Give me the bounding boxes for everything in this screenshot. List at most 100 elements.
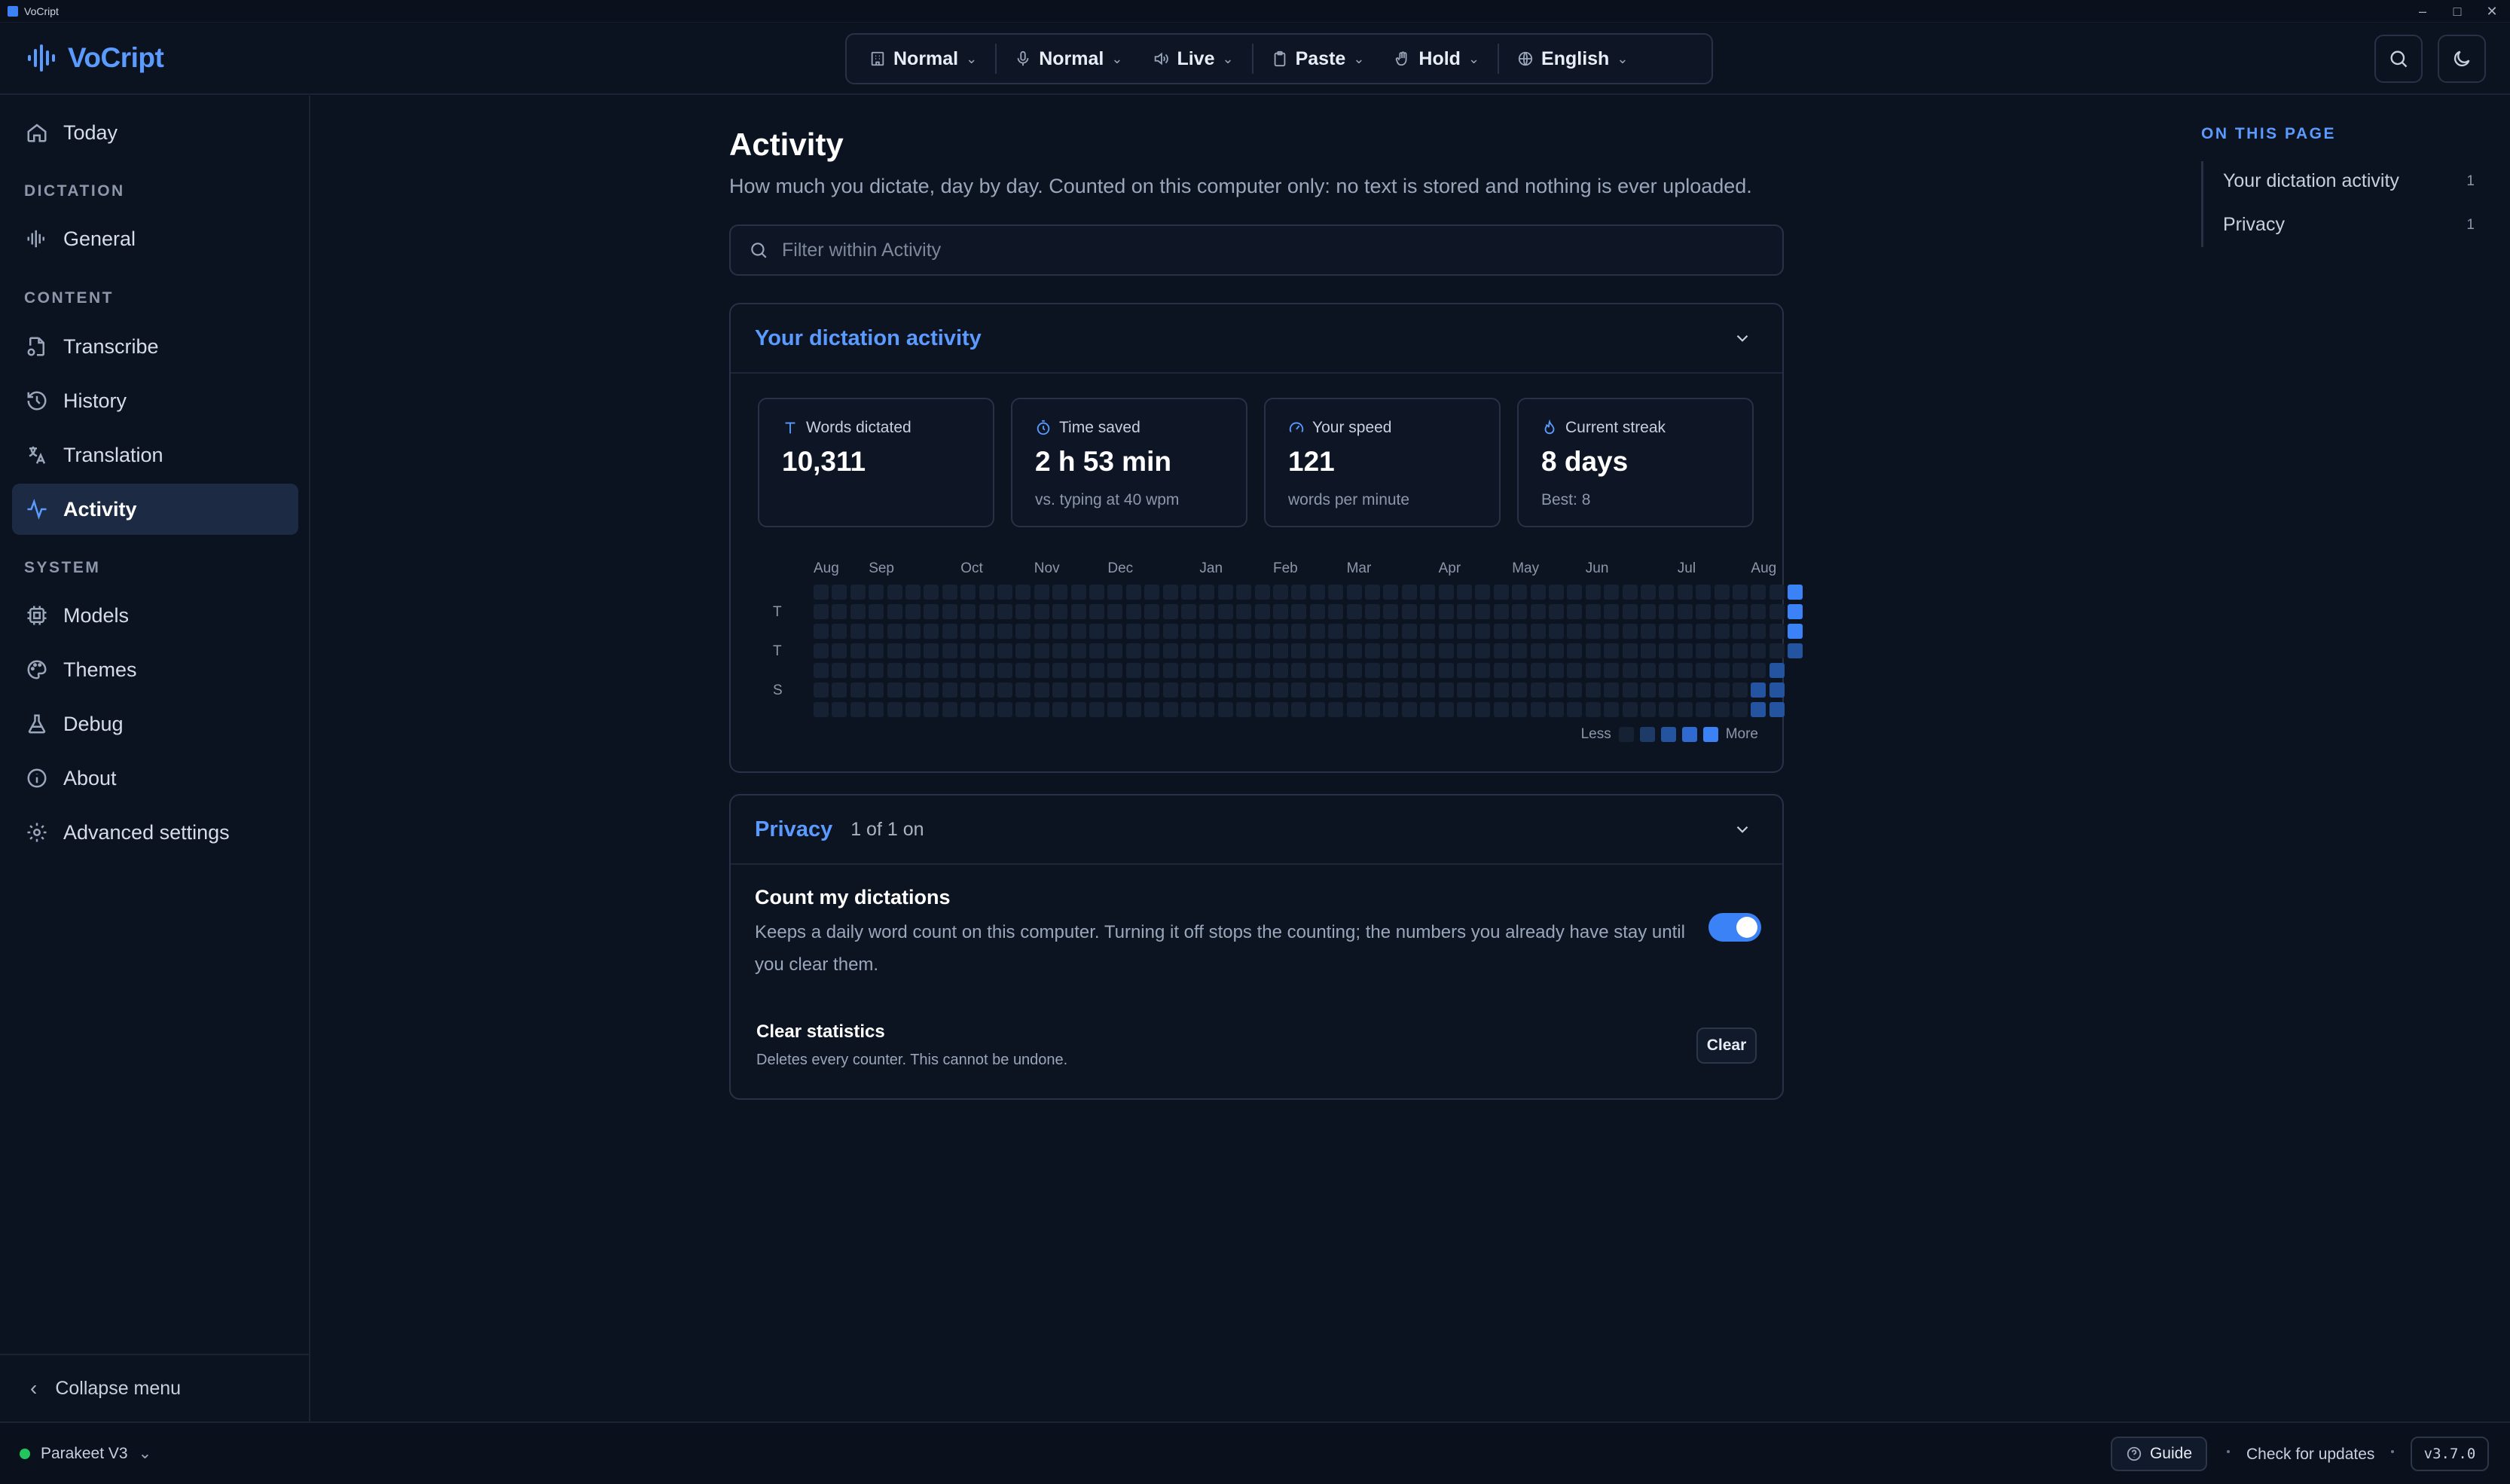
- heatmap-day-cell[interactable]: [1512, 643, 1528, 658]
- heatmap-day-cell[interactable]: [1107, 702, 1123, 717]
- heatmap-day-cell[interactable]: [1677, 585, 1693, 600]
- heatmap-day-cell[interactable]: [1365, 702, 1380, 717]
- heatmap-day-cell[interactable]: [1549, 643, 1564, 658]
- heatmap-day-cell[interactable]: [1162, 585, 1178, 600]
- heatmap-day-cell[interactable]: [1144, 604, 1160, 619]
- heatmap-day-cell[interactable]: [979, 702, 994, 717]
- heatmap-day-cell[interactable]: [1015, 682, 1031, 698]
- heatmap-day-cell[interactable]: [1604, 585, 1620, 600]
- heatmap-day-cell[interactable]: [1309, 624, 1325, 639]
- heatmap-day-cell[interactable]: [887, 624, 902, 639]
- heatmap-day-cell[interactable]: [850, 604, 866, 619]
- heatmap-day-cell[interactable]: [960, 585, 976, 600]
- heatmap-day-cell[interactable]: [905, 643, 921, 658]
- heatmap-day-cell[interactable]: [1162, 702, 1178, 717]
- heatmap-day-cell[interactable]: [1273, 643, 1288, 658]
- heatmap-day-cell[interactable]: [1328, 702, 1344, 717]
- heatmap-day-cell[interactable]: [1089, 682, 1104, 698]
- heatmap-day-cell[interactable]: [1199, 643, 1215, 658]
- heatmap-day-cell[interactable]: [942, 682, 957, 698]
- heatmap-day-cell[interactable]: [1291, 682, 1307, 698]
- heatmap-day-cell[interactable]: [1144, 585, 1160, 600]
- heatmap-day-cell[interactable]: [814, 663, 829, 678]
- heatmap-day-cell[interactable]: [1604, 682, 1620, 698]
- heatmap-day-cell[interactable]: [1273, 682, 1288, 698]
- heatmap-day-cell[interactable]: [1236, 663, 1252, 678]
- heatmap-day-cell[interactable]: [942, 643, 957, 658]
- heatmap-day-cell[interactable]: [1254, 682, 1270, 698]
- heatmap-day-cell[interactable]: [1034, 663, 1049, 678]
- heatmap-day-cell[interactable]: [1733, 624, 1748, 639]
- heatmap-day-cell[interactable]: [960, 624, 976, 639]
- heatmap-day-cell[interactable]: [979, 663, 994, 678]
- heatmap-day-cell[interactable]: [1659, 663, 1675, 678]
- heatmap-day-cell[interactable]: [1199, 663, 1215, 678]
- heatmap-day-cell[interactable]: [1052, 585, 1068, 600]
- heatmap-day-cell[interactable]: [1070, 604, 1086, 619]
- heatmap-day-cell[interactable]: [1052, 604, 1068, 619]
- heatmap-day-cell[interactable]: [1383, 663, 1399, 678]
- heatmap-day-cell[interactable]: [1733, 682, 1748, 698]
- heatmap-day-cell[interactable]: [1236, 604, 1252, 619]
- heatmap-day-cell[interactable]: [1769, 624, 1785, 639]
- heatmap-day-cell[interactable]: [1144, 624, 1160, 639]
- activity-card-header[interactable]: Your dictation activity: [731, 304, 1782, 374]
- heatmap-day-cell[interactable]: [1659, 643, 1675, 658]
- heatmap-day-cell[interactable]: [960, 663, 976, 678]
- heatmap-day-cell[interactable]: [1493, 663, 1509, 678]
- heatmap-day-cell[interactable]: [850, 682, 866, 698]
- heatmap-day-cell[interactable]: [832, 624, 847, 639]
- heatmap-day-cell[interactable]: [1254, 702, 1270, 717]
- heatmap-day-cell[interactable]: [887, 585, 902, 600]
- heatmap-day-cell[interactable]: [1217, 643, 1233, 658]
- heatmap-day-cell[interactable]: [905, 702, 921, 717]
- heatmap-day-cell[interactable]: [869, 702, 884, 717]
- heatmap-day-cell[interactable]: [1015, 624, 1031, 639]
- heatmap-day-cell[interactable]: [1052, 624, 1068, 639]
- heatmap-day-cell[interactable]: [1383, 702, 1399, 717]
- heatmap-day-cell[interactable]: [814, 604, 829, 619]
- heatmap-day-cell[interactable]: [979, 604, 994, 619]
- heatmap-day-cell[interactable]: [960, 604, 976, 619]
- heatmap-day-cell[interactable]: [1199, 702, 1215, 717]
- heatmap-day-cell[interactable]: [1401, 682, 1417, 698]
- heatmap-day-cell[interactable]: [1125, 604, 1141, 619]
- heatmap-day-cell[interactable]: [1346, 663, 1362, 678]
- heatmap-day-cell[interactable]: [1438, 585, 1454, 600]
- heatmap-day-cell[interactable]: [869, 643, 884, 658]
- heatmap-day-cell[interactable]: [1567, 663, 1583, 678]
- heatmap-day-cell[interactable]: [1641, 643, 1656, 658]
- heatmap-day-cell[interactable]: [1089, 604, 1104, 619]
- heatmap-day-cell[interactable]: [887, 604, 902, 619]
- heatmap-day-cell[interactable]: [942, 663, 957, 678]
- heatmap-day-cell[interactable]: [1641, 604, 1656, 619]
- heatmap-day-cell[interactable]: [1714, 702, 1730, 717]
- heatmap-day-cell[interactable]: [1070, 585, 1086, 600]
- heatmap-day-cell[interactable]: [1530, 663, 1546, 678]
- heatmap-day-cell[interactable]: [1401, 643, 1417, 658]
- heatmap-day-cell[interactable]: [1659, 702, 1675, 717]
- sidebar-item-general[interactable]: General: [12, 213, 298, 264]
- heatmap-day-cell[interactable]: [1034, 702, 1049, 717]
- heatmap-day-cell[interactable]: [1309, 604, 1325, 619]
- collapse-menu-button[interactable]: ‹ Collapse menu: [0, 1354, 309, 1421]
- heatmap-day-cell[interactable]: [997, 624, 1012, 639]
- heatmap-day-cell[interactable]: [832, 585, 847, 600]
- heatmap-day-cell[interactable]: [960, 643, 976, 658]
- privacy-card-header[interactable]: Privacy 1 of 1 on: [731, 795, 1782, 865]
- heatmap-day-cell[interactable]: [960, 702, 976, 717]
- heatmap-day-cell[interactable]: [1733, 643, 1748, 658]
- heatmap-day-cell[interactable]: [1622, 604, 1638, 619]
- heatmap-day-cell[interactable]: [869, 585, 884, 600]
- heatmap-day-cell[interactable]: [1401, 585, 1417, 600]
- heatmap-day-cell[interactable]: [1107, 663, 1123, 678]
- heatmap-day-cell[interactable]: [924, 585, 939, 600]
- sidebar-item-themes[interactable]: Themes: [12, 644, 298, 695]
- heatmap-day-cell[interactable]: [942, 702, 957, 717]
- heatmap-day-cell[interactable]: [1107, 604, 1123, 619]
- heatmap-day-cell[interactable]: [1162, 624, 1178, 639]
- heatmap-day-cell[interactable]: [1254, 585, 1270, 600]
- heatmap-day-cell[interactable]: [1089, 585, 1104, 600]
- heatmap-day-cell[interactable]: [1254, 663, 1270, 678]
- heatmap-day-cell[interactable]: [1585, 604, 1601, 619]
